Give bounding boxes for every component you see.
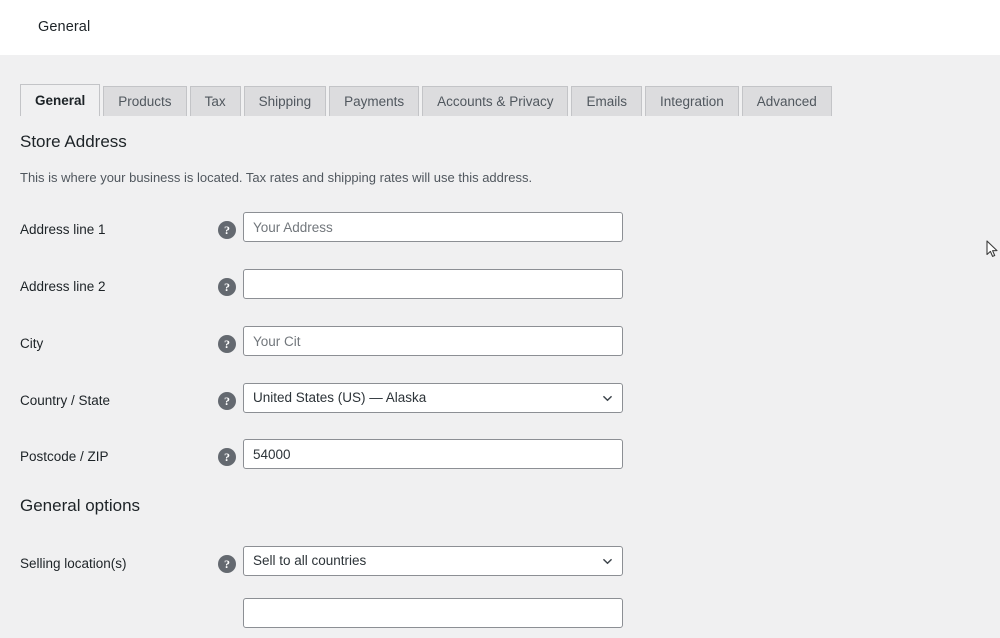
- form-row-postcode: Postcode / ZIP ?: [0, 439, 1000, 479]
- help-icon-city[interactable]: ?: [218, 335, 236, 353]
- help-icon-postcode[interactable]: ?: [218, 448, 236, 466]
- form-row-address-line-2: Address line 2 ?: [0, 269, 1000, 309]
- form-row-country-state: Country / State ? United States (US) — A…: [0, 383, 1000, 423]
- tab-general[interactable]: General: [20, 84, 101, 117]
- label-address-line-2: Address line 2: [20, 279, 106, 294]
- label-country-state: Country / State: [20, 393, 111, 408]
- tab-payments[interactable]: Payments: [329, 86, 420, 116]
- tab-emails[interactable]: Emails: [571, 86, 642, 116]
- country-state-select[interactable]: United States (US) — Alaska: [243, 383, 623, 413]
- form-row-next-clipped: [0, 598, 1000, 638]
- tab-integration[interactable]: Integration: [644, 86, 739, 116]
- help-icon-address-line-2[interactable]: ?: [218, 278, 236, 296]
- selling-locations-select[interactable]: Sell to all countries: [243, 546, 623, 576]
- tab-advanced[interactable]: Advanced: [741, 86, 832, 116]
- form-row-city: City ?: [0, 326, 1000, 366]
- form-row-selling-locations: Selling location(s) ? Sell to all countr…: [0, 546, 1000, 586]
- label-city: City: [20, 336, 44, 351]
- city-input[interactable]: [243, 326, 623, 356]
- next-field-clipped-value: [243, 598, 623, 628]
- tab-shipping[interactable]: Shipping: [243, 86, 327, 116]
- settings-tab-nav: General Products Tax Shipping Payments A…: [20, 84, 835, 117]
- page-title: General: [38, 19, 91, 35]
- tab-accounts-privacy[interactable]: Accounts & Privacy: [422, 86, 569, 116]
- help-icon-selling-locations[interactable]: ?: [218, 555, 236, 573]
- country-state-select-value: United States (US) — Alaska: [243, 383, 623, 413]
- address-line-1-input[interactable]: [243, 212, 623, 242]
- help-icon-country-state[interactable]: ?: [218, 392, 236, 410]
- help-icon-address-line-1[interactable]: ?: [218, 221, 236, 239]
- tab-tax[interactable]: Tax: [189, 86, 241, 116]
- next-field-clipped[interactable]: [243, 598, 623, 628]
- selling-locations-select-value: Sell to all countries: [243, 546, 623, 576]
- label-address-line-1: Address line 1: [20, 222, 106, 237]
- store-address-description: This is where your business is located. …: [20, 170, 533, 185]
- label-postcode: Postcode / ZIP: [20, 449, 109, 464]
- label-selling-locations: Selling location(s): [20, 556, 127, 571]
- tab-products[interactable]: Products: [103, 86, 187, 116]
- postcode-input[interactable]: [243, 439, 623, 469]
- top-header-bar: General: [0, 0, 1000, 55]
- settings-page: General Products Tax Shipping Payments A…: [0, 55, 1000, 628]
- general-options-heading: General options: [20, 496, 141, 515]
- address-line-2-input[interactable]: [243, 269, 623, 299]
- store-address-heading: Store Address: [20, 132, 127, 151]
- form-row-address-line-1: Address line 1 ?: [0, 212, 1000, 252]
